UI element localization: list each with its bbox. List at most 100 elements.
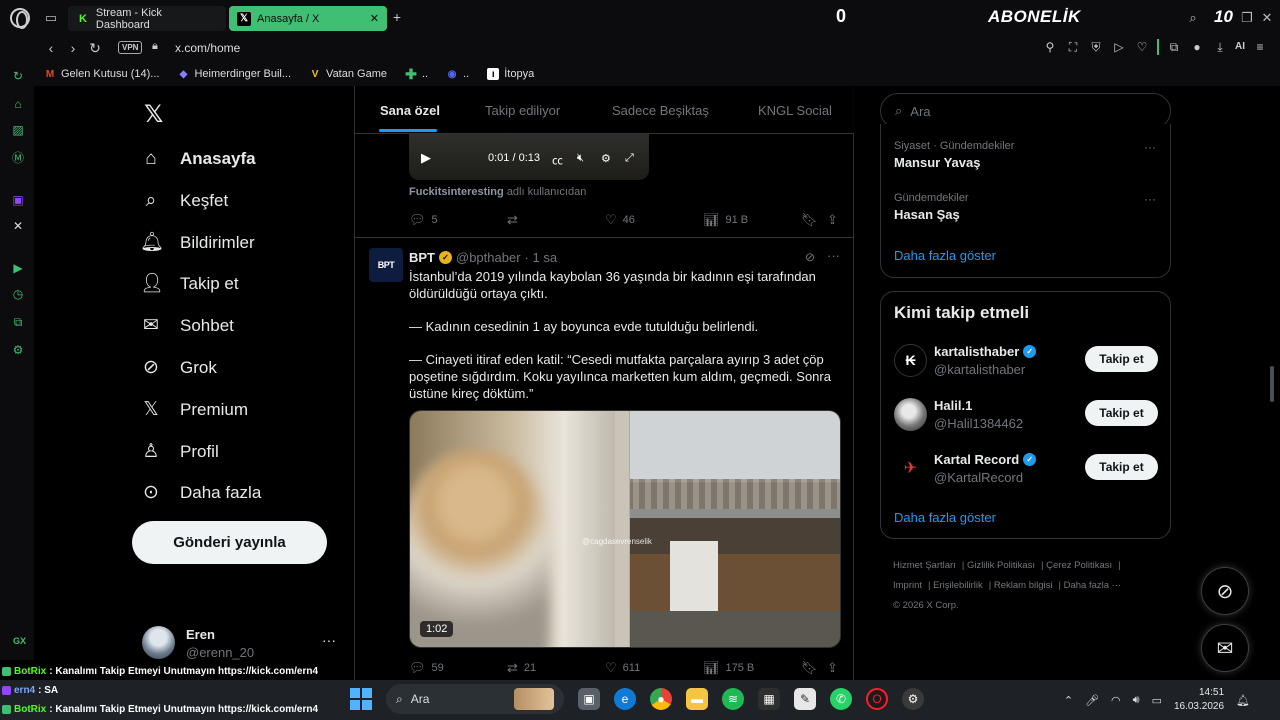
lock-icon[interactable]: 🔒︎ xyxy=(152,40,158,53)
taskbar-search[interactable]: ⌕ Ara xyxy=(386,684,564,714)
avatar[interactable]: BPT xyxy=(369,248,403,282)
clock[interactable]: 14:51 16.03.2026 xyxy=(1174,686,1224,714)
trend-item[interactable]: Gündemdekiler Hasan Şaş ··· xyxy=(894,192,1156,222)
messages-float-button[interactable]: ✉ xyxy=(1201,624,1249,672)
x-logo-icon[interactable]: 𝕏 xyxy=(144,100,163,128)
share-button[interactable]: ⇪ xyxy=(827,212,838,228)
chevron-up-icon[interactable]: ⌃ xyxy=(1064,694,1073,707)
more-dots-icon[interactable]: ··· xyxy=(1144,140,1156,154)
nav-follow[interactable]: 👤︎ Takip et xyxy=(140,263,239,305)
show-more-suggestions-link[interactable]: Daha fazla göster xyxy=(894,510,996,525)
grok-float-button[interactable]: ⊘ xyxy=(1201,567,1249,615)
whatsapp-icon[interactable]: ✆ xyxy=(830,688,852,710)
nav-grok[interactable]: ⊘ Grok xyxy=(140,347,217,389)
tweet-bpt[interactable]: BPT BPT ✓ @bpthaber · 1 sa ⊘ ··· İstanbu… xyxy=(355,238,854,680)
like-button[interactable]: ♡ 611 xyxy=(605,660,640,676)
grok-icon[interactable]: ⊘ xyxy=(805,250,815,264)
video-player[interactable]: ▶ 0:01 / 0:13 ㏄ 🔇︎ ⚙ ⤢ xyxy=(409,132,649,180)
source-user[interactable]: Fuckitsinteresting xyxy=(409,186,504,198)
tab-besiktas[interactable]: Sadece Beşiktaş xyxy=(612,103,709,118)
pin-icon[interactable]: ⚲ xyxy=(1042,39,1058,55)
author-handle[interactable]: @bpthaber xyxy=(456,250,521,265)
repost-button[interactable]: ⇄ xyxy=(507,212,518,228)
follow-button[interactable]: Takip et xyxy=(1085,400,1158,426)
tab-following[interactable]: Takip ediliyor xyxy=(485,103,560,118)
nav-notifications[interactable]: 🔔︎ Bildirimler xyxy=(140,222,255,264)
bookmark-plus[interactable]: ✚ .. xyxy=(405,66,428,82)
tab-islands-icon[interactable]: ▭ xyxy=(42,9,60,27)
account-switcher[interactable]: Eren @erenn_20 ··· xyxy=(142,624,342,664)
battery-icon[interactable]: ▭ xyxy=(1152,694,1162,707)
more-dots-icon[interactable]: ··· xyxy=(827,248,840,263)
task-view-icon[interactable]: ▣ xyxy=(578,688,600,710)
profile-icon[interactable]: ● xyxy=(1189,39,1205,55)
settings-icon[interactable]: ⚙ xyxy=(601,152,611,165)
play-icon[interactable]: ▷ xyxy=(1111,39,1127,55)
back-icon[interactable]: ‹ xyxy=(42,39,60,57)
search-tabs-icon[interactable]: ⌕ xyxy=(1184,9,1202,27)
opera-gx-logo-icon[interactable] xyxy=(10,8,30,29)
store-icon[interactable]: ▦ xyxy=(758,688,780,710)
follow-button[interactable]: Takip et xyxy=(1085,454,1158,480)
url-field[interactable]: x.com/home xyxy=(175,41,240,55)
footer-link[interactable]: Çerez Politikası xyxy=(1046,560,1112,571)
footer-link[interactable]: Erişilebilirlik xyxy=(933,580,983,591)
steam-icon[interactable]: ⚙ xyxy=(902,688,924,710)
nav-explore[interactable]: ⌕ Keşfet xyxy=(140,180,229,222)
more-dots-icon[interactable]: ··· xyxy=(1144,192,1156,206)
trend-item[interactable]: Siyaset · Gündemdekiler Mansur Yavaş ··· xyxy=(894,140,1156,170)
bookmark-button[interactable]: 🔖︎ xyxy=(801,660,818,676)
tab-for-you[interactable]: Sana özel xyxy=(380,103,440,118)
nav-premium[interactable]: 𝕏 Premium xyxy=(140,389,248,431)
search-input[interactable] xyxy=(910,103,1141,119)
forward-icon[interactable]: › xyxy=(64,39,82,57)
more-dots-icon[interactable]: ··· xyxy=(322,632,336,648)
bookmark-button[interactable]: 🔖︎ xyxy=(801,212,818,228)
post-button[interactable]: Gönderi yayınla xyxy=(132,521,327,564)
heart-icon[interactable]: ♡ xyxy=(1134,39,1150,55)
footer-link[interactable]: Hizmet Şartları xyxy=(893,560,956,571)
player-icon[interactable]: ▶ xyxy=(10,260,26,276)
notepad-icon[interactable]: ✎ xyxy=(794,688,816,710)
bookmark-vatan[interactable]: V Vatan Game xyxy=(309,68,387,80)
gx-corner-icon[interactable]: ⌂ xyxy=(10,96,26,112)
new-tab-button[interactable]: + xyxy=(389,10,405,26)
download-icon[interactable]: ⤓ xyxy=(1212,39,1228,55)
x-sidebar-icon[interactable]: ✕ xyxy=(10,218,26,234)
share-button[interactable]: ⇪ xyxy=(827,660,838,676)
follow-suggestion[interactable]: ✈ Kartal Record ✓ @KartalRecord Takip et xyxy=(894,450,1158,490)
bookmark-itopya[interactable]: ı İtopya xyxy=(487,68,534,80)
menu-icon[interactable]: ≡ xyxy=(1252,39,1268,55)
bookmark-heimerdinger[interactable]: ◆ Heimerdinger Buil... xyxy=(177,68,291,80)
explorer-icon[interactable]: ▬ xyxy=(686,688,708,710)
screenshot-icon[interactable]: ⛶ xyxy=(1065,39,1081,55)
follow-suggestion[interactable]: Halil.1 @Halil1384462 Takip et xyxy=(894,396,1158,436)
extensions-sidebar-icon[interactable]: ⧉ xyxy=(10,314,26,330)
bookmark-discord[interactable]: ◉ .. xyxy=(446,68,470,80)
gx-control-icon[interactable]: ↻ xyxy=(10,68,26,84)
volume-icon[interactable]: 🔊︎ xyxy=(1133,694,1140,707)
edge-icon[interactable]: e xyxy=(614,688,636,710)
play-icon[interactable]: ▶ xyxy=(421,150,431,166)
window-restore-icon[interactable]: ❐ xyxy=(1238,9,1256,27)
follow-button[interactable]: Takip et xyxy=(1085,346,1158,372)
footer-link[interactable]: Gizlilik Politikası xyxy=(967,560,1035,571)
gx-mods-icon[interactable]: Ⓜ xyxy=(10,150,26,166)
like-button[interactable]: ♡ 46 xyxy=(605,212,635,228)
fullscreen-icon[interactable]: ⤢ xyxy=(625,152,634,165)
reply-button[interactable]: 💬︎ 59 xyxy=(409,660,444,676)
opera-gx-icon[interactable]: O xyxy=(866,688,888,710)
captions-icon[interactable]: ㏄ xyxy=(552,152,563,168)
vpn-badge[interactable]: VPN xyxy=(118,41,143,54)
author-name[interactable]: BPT xyxy=(409,250,435,265)
notifications-icon[interactable]: 🔔︎ xyxy=(1236,694,1250,707)
ai-button[interactable]: AI xyxy=(1235,39,1245,55)
mute-icon[interactable]: 🔇︎ xyxy=(577,152,584,165)
nav-chat[interactable]: ✉ Sohbet xyxy=(140,305,234,347)
repost-button[interactable]: ⇄ 21 xyxy=(507,660,536,676)
shield-icon[interactable]: ⛨ xyxy=(1088,39,1104,55)
views-button[interactable]: 📊︎ 175 B xyxy=(703,660,754,676)
reload-icon[interactable]: ↻ xyxy=(86,39,104,57)
window-close-icon[interactable]: ✕ xyxy=(1258,9,1276,27)
tab-kngl-social[interactable]: KNGL Social xyxy=(758,103,832,118)
